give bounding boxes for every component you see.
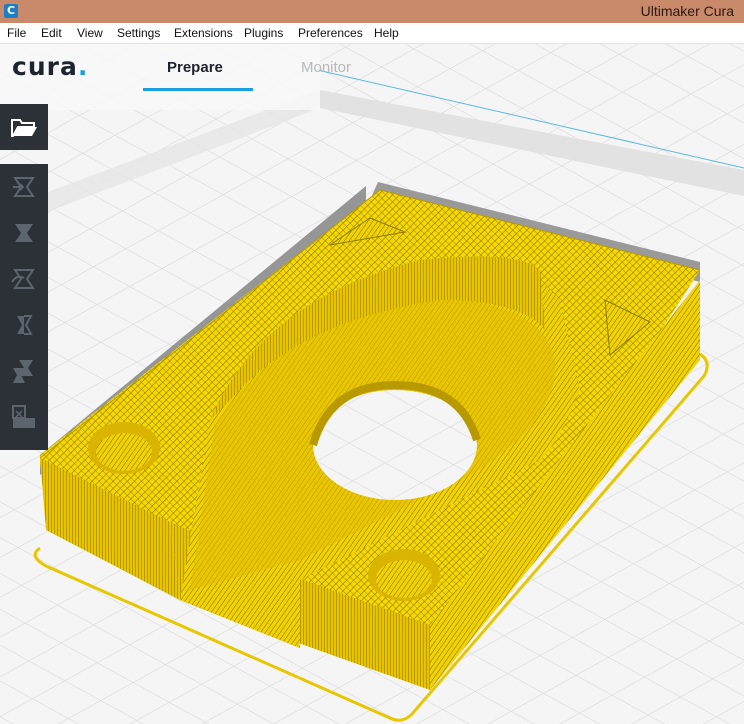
menu-plugins[interactable]: Plugins: [244, 26, 283, 40]
menu-help[interactable]: Help: [374, 26, 399, 40]
open-file-toolbar: [0, 104, 48, 150]
menu-bar: File Edit View Settings Extensions Plugi…: [0, 23, 744, 44]
menu-extensions[interactable]: Extensions: [174, 26, 233, 40]
tool-panel: [0, 164, 48, 450]
scale-tool-icon[interactable]: [9, 218, 39, 248]
support-blocker-icon[interactable]: [9, 402, 39, 432]
tab-prepare[interactable]: Prepare: [167, 59, 223, 76]
build-plate-scene: [0, 44, 744, 724]
menu-edit[interactable]: Edit: [41, 26, 62, 40]
menu-file[interactable]: File: [7, 26, 26, 40]
active-tab-indicator: [143, 88, 253, 91]
menu-view[interactable]: View: [77, 26, 103, 40]
title-bar: C Ultimaker Cura: [0, 0, 744, 23]
menu-settings[interactable]: Settings: [117, 26, 160, 40]
window-title: Ultimaker Cura: [640, 3, 734, 19]
per-model-settings-icon[interactable]: [9, 356, 39, 386]
translate-tool-icon[interactable]: [9, 172, 39, 202]
3d-viewport[interactable]: [0, 44, 744, 724]
logo-text: cura: [12, 52, 78, 81]
cura-app-icon: C: [4, 4, 18, 18]
rotate-tool-icon[interactable]: [9, 264, 39, 294]
cura-logo: cura.: [12, 52, 88, 81]
logo-dot: .: [77, 52, 89, 81]
menu-preferences[interactable]: Preferences: [298, 26, 363, 40]
folder-open-icon[interactable]: [9, 112, 39, 142]
mirror-tool-icon[interactable]: [9, 310, 39, 340]
tab-monitor[interactable]: Monitor: [301, 59, 351, 76]
